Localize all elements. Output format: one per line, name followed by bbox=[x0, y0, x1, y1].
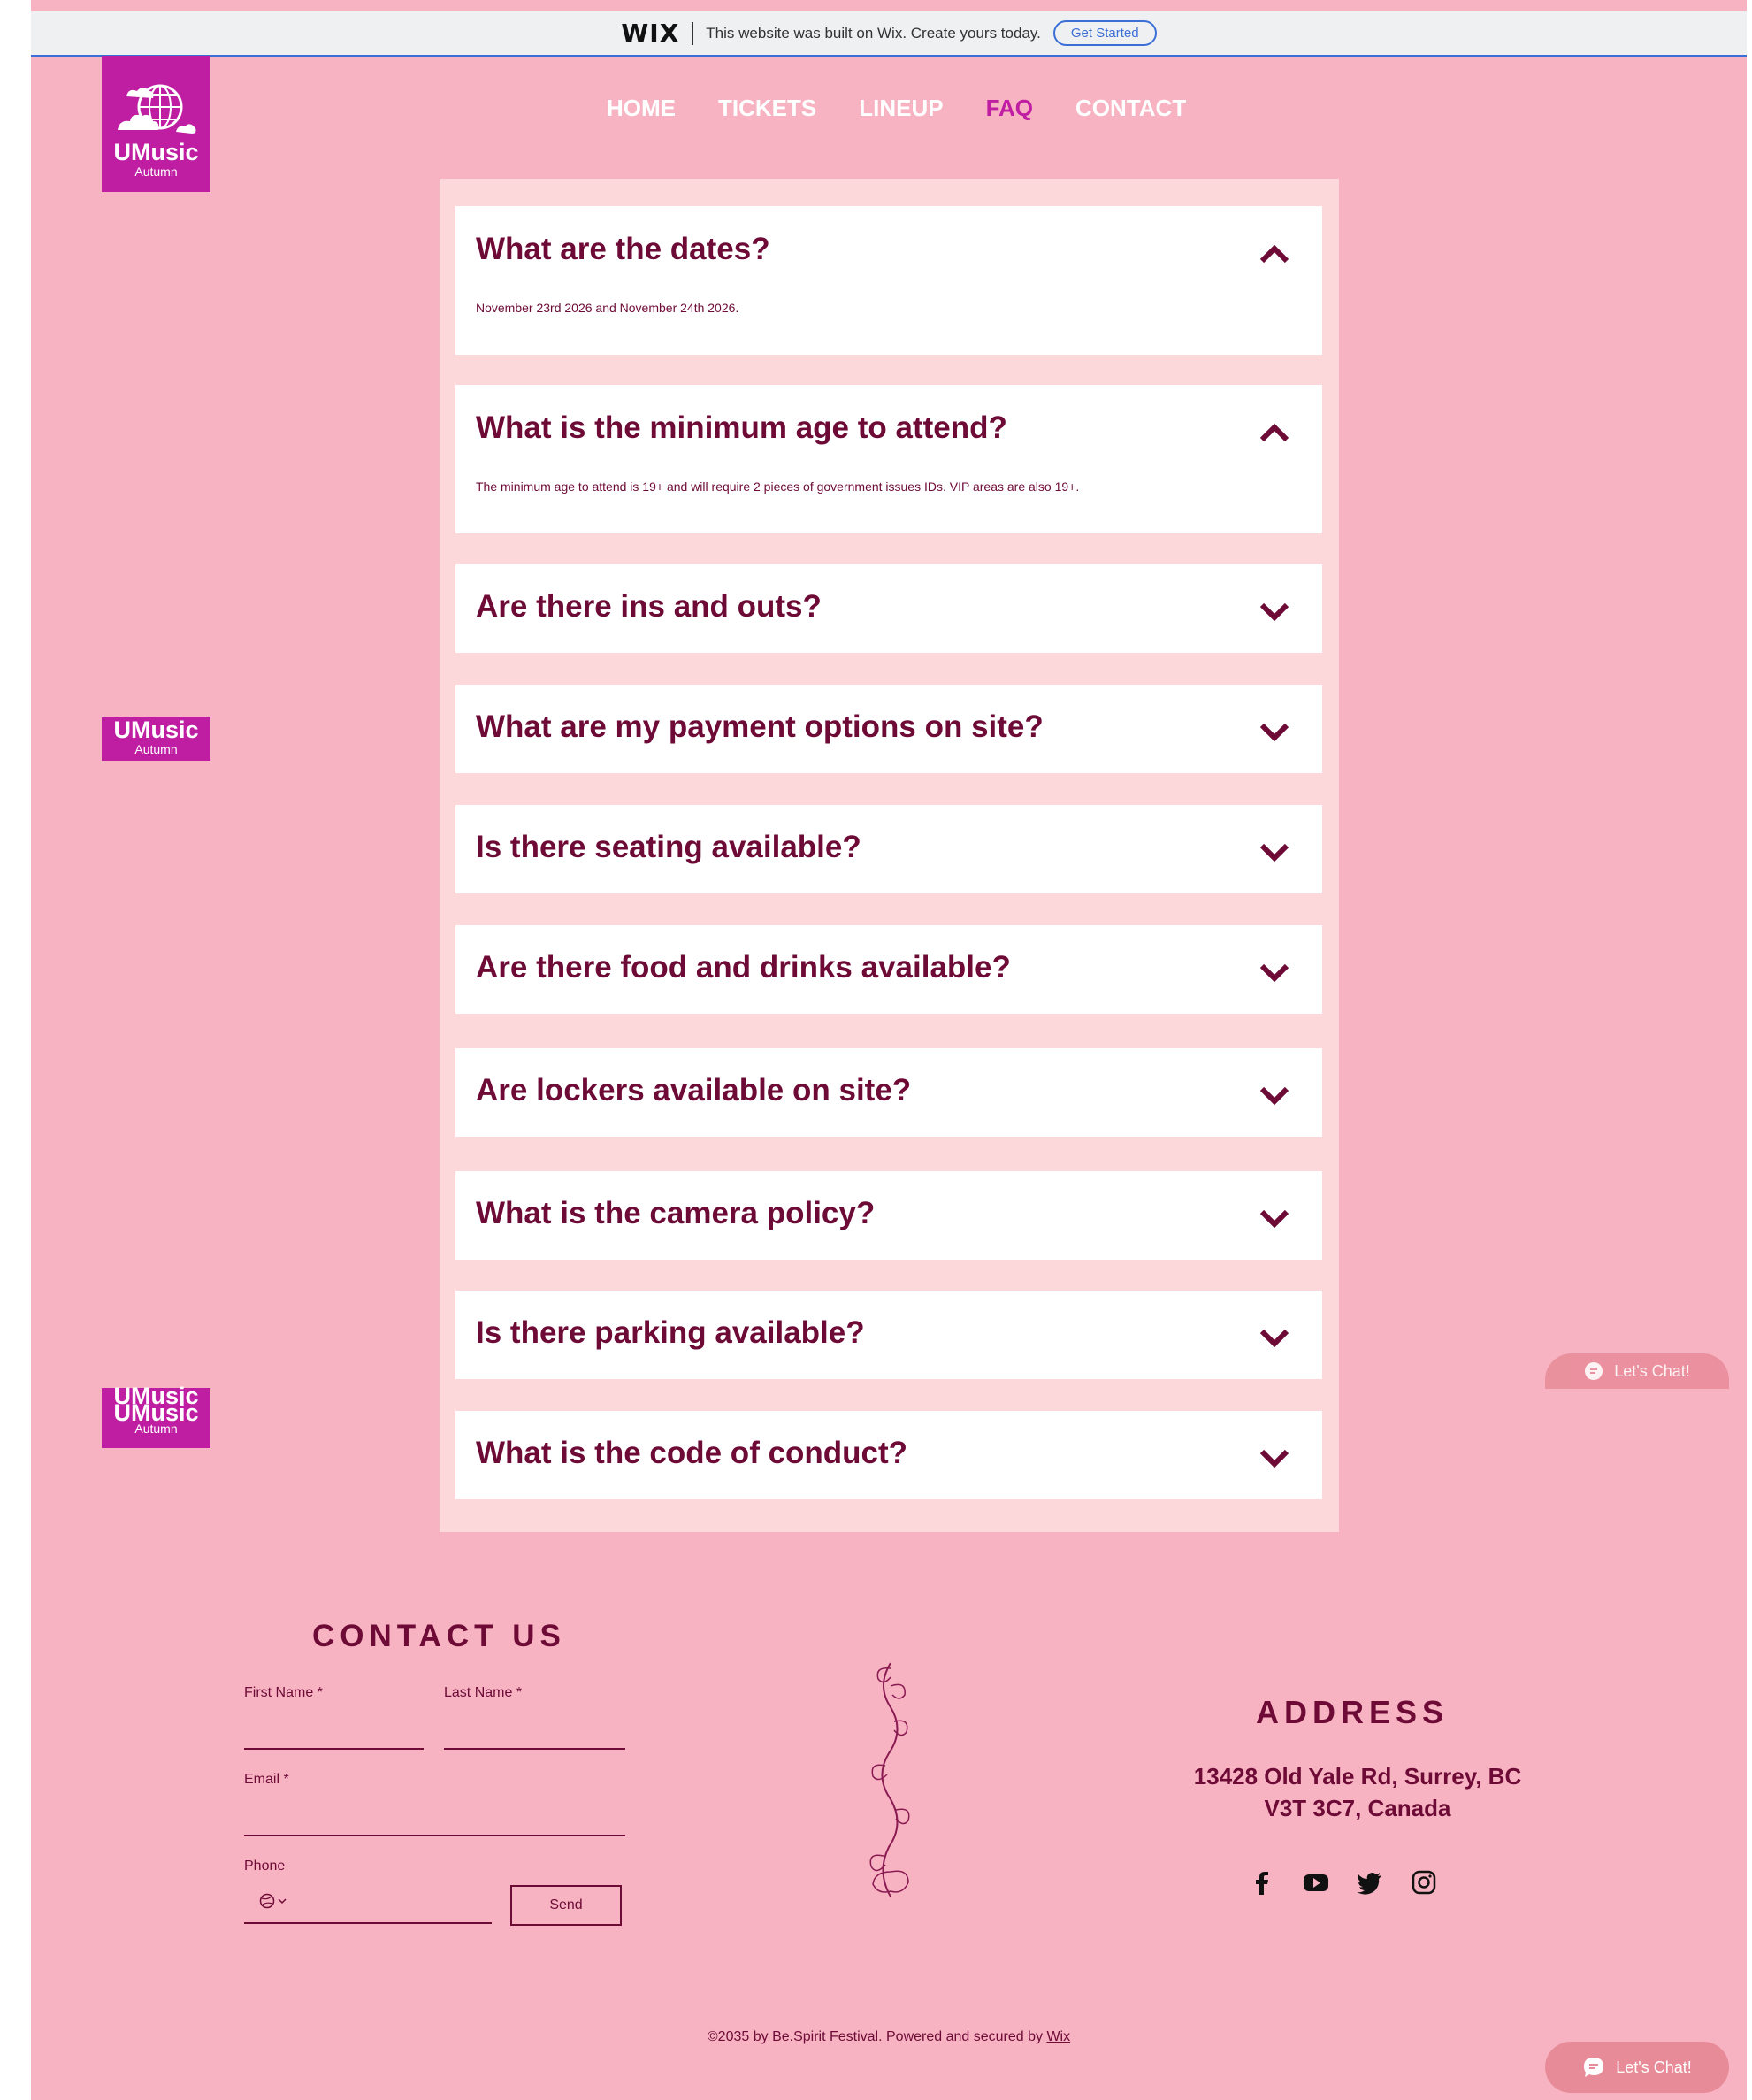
faq-item[interactable]: What is the minimum age to attend? The m… bbox=[455, 385, 1322, 533]
logo-subtitle: Autumn bbox=[134, 742, 178, 756]
faq-item[interactable]: What are my payment options on site? bbox=[455, 685, 1322, 773]
chat-label: Let's Chat! bbox=[1614, 1361, 1690, 1380]
nav-contact[interactable]: CONTACT bbox=[1075, 95, 1186, 122]
nav-faq[interactable]: FAQ bbox=[986, 95, 1033, 122]
faq-question[interactable]: What are my payment options on site? bbox=[476, 709, 1044, 745]
address-line-2: V3T 3C7, Canada bbox=[1264, 1795, 1451, 1821]
chat-bubble-icon bbox=[1585, 1362, 1603, 1380]
address-title: ADDRESS bbox=[1256, 1694, 1450, 1730]
logo-fragment: UMusic Autumn bbox=[102, 717, 210, 761]
nav-tickets[interactable]: TICKETS bbox=[718, 95, 816, 122]
logo-fragment: UMusic UMusic Autumn bbox=[102, 1384, 210, 1448]
faq-item[interactable]: Are there ins and outs? bbox=[455, 564, 1322, 653]
twitter-icon[interactable] bbox=[1357, 1869, 1383, 1896]
chat-label: Let's Chat! bbox=[1616, 2058, 1692, 2076]
send-button[interactable]: Send bbox=[510, 1885, 622, 1926]
logo-name: UMusic bbox=[113, 717, 199, 743]
chat-widget-ghost: Let's Chat! bbox=[1545, 1353, 1729, 1389]
last-name-input[interactable] bbox=[444, 1714, 625, 1750]
chevron-down-icon[interactable] bbox=[1259, 1208, 1290, 1230]
address-line-1: 13428 Old Yale Rd, Surrey, BC bbox=[1193, 1763, 1522, 1790]
faq-item[interactable]: Is there seating available? bbox=[455, 805, 1322, 893]
floral-vine-icon bbox=[869, 1662, 910, 1897]
wix-link[interactable]: Wix bbox=[1046, 2029, 1070, 2044]
faq-answer: November 23rd 2026 and November 24th 202… bbox=[476, 301, 739, 315]
faq-question[interactable]: Are there ins and outs? bbox=[476, 589, 822, 625]
globe-icon[interactable] bbox=[259, 1893, 289, 1909]
email-label: Email * bbox=[244, 1772, 289, 1787]
first-name-label: First Name * bbox=[244, 1685, 323, 1700]
faq-question[interactable]: What is the minimum age to attend? bbox=[476, 410, 1007, 446]
faq-item[interactable]: What is the code of conduct? bbox=[455, 1411, 1322, 1499]
faq-item[interactable]: What are the dates? November 23rd 2026 a… bbox=[455, 206, 1322, 355]
chevron-down-icon[interactable] bbox=[1259, 962, 1290, 984]
faq-panel: What are the dates? November 23rd 2026 a… bbox=[440, 179, 1339, 1532]
instagram-icon[interactable] bbox=[1411, 1869, 1437, 1896]
first-name-input[interactable] bbox=[244, 1714, 424, 1750]
faq-question[interactable]: Is there seating available? bbox=[476, 830, 861, 865]
wix-banner: WIX This website was built on Wix. Creat… bbox=[31, 11, 1747, 57]
nav-lineup[interactable]: LINEUP bbox=[859, 95, 943, 122]
chevron-down-icon[interactable] bbox=[1259, 602, 1290, 623]
page: WIX This website was built on Wix. Creat… bbox=[31, 0, 1747, 2100]
faq-item[interactable]: Are lockers available on site? bbox=[455, 1048, 1322, 1137]
facebook-icon[interactable] bbox=[1249, 1869, 1275, 1896]
faq-question[interactable]: What is the camera policy? bbox=[476, 1196, 875, 1231]
copyright: ©2035 by Be.Spirit Festival. Powered and… bbox=[31, 2029, 1747, 2045]
youtube-icon[interactable] bbox=[1303, 1869, 1329, 1896]
site-logo[interactable]: UMusic Autumn bbox=[102, 56, 210, 192]
faq-question[interactable]: Are lockers available on site? bbox=[476, 1073, 911, 1108]
main-nav: HOME TICKETS LINEUP FAQ CONTACT bbox=[607, 95, 1186, 122]
chevron-down-icon[interactable] bbox=[1259, 1448, 1290, 1469]
logo-subtitle: Autumn bbox=[134, 165, 178, 179]
faq-answer: The minimum age to attend is 19+ and wil… bbox=[476, 479, 1080, 494]
wix-logo: WIX bbox=[621, 19, 680, 48]
last-name-label: Last Name * bbox=[444, 1685, 523, 1700]
faq-question[interactable]: Are there food and drinks available? bbox=[476, 950, 1011, 985]
chevron-down-icon[interactable] bbox=[1259, 1328, 1290, 1349]
chevron-down-icon[interactable] bbox=[1259, 1085, 1290, 1107]
chevron-down-icon[interactable] bbox=[1259, 842, 1290, 863]
chevron-up-icon[interactable] bbox=[1259, 243, 1290, 264]
phone-label: Phone bbox=[244, 1859, 286, 1874]
faq-item[interactable]: Is there parking available? bbox=[455, 1291, 1322, 1379]
wix-divider bbox=[692, 21, 694, 45]
faq-question[interactable]: What is the code of conduct? bbox=[476, 1436, 907, 1471]
chevron-down-icon[interactable] bbox=[1259, 722, 1290, 743]
chat-widget[interactable]: Let's Chat! bbox=[1545, 2042, 1729, 2093]
contact-title: CONTACT US bbox=[312, 1619, 566, 1653]
email-input[interactable] bbox=[244, 1801, 625, 1836]
copyright-text: ©2035 by Be.Spirit Festival. Powered and… bbox=[707, 2029, 1047, 2044]
chevron-up-icon[interactable] bbox=[1259, 422, 1290, 443]
faq-item[interactable]: Are there food and drinks available? bbox=[455, 925, 1322, 1014]
chat-bubble-icon bbox=[1584, 2058, 1604, 2077]
faq-item[interactable]: What is the camera policy? bbox=[455, 1171, 1322, 1260]
logo-name: UMusic bbox=[113, 139, 199, 165]
get-started-button[interactable]: Get Started bbox=[1052, 20, 1157, 46]
disco-globe-icon bbox=[117, 84, 195, 134]
logo-name: UMusic bbox=[113, 1399, 199, 1426]
faq-question[interactable]: What are the dates? bbox=[476, 232, 770, 267]
faq-question[interactable]: Is there parking available? bbox=[476, 1315, 865, 1351]
wix-banner-message: This website was built on Wix. Create yo… bbox=[706, 24, 1041, 42]
nav-home[interactable]: HOME bbox=[607, 95, 676, 122]
